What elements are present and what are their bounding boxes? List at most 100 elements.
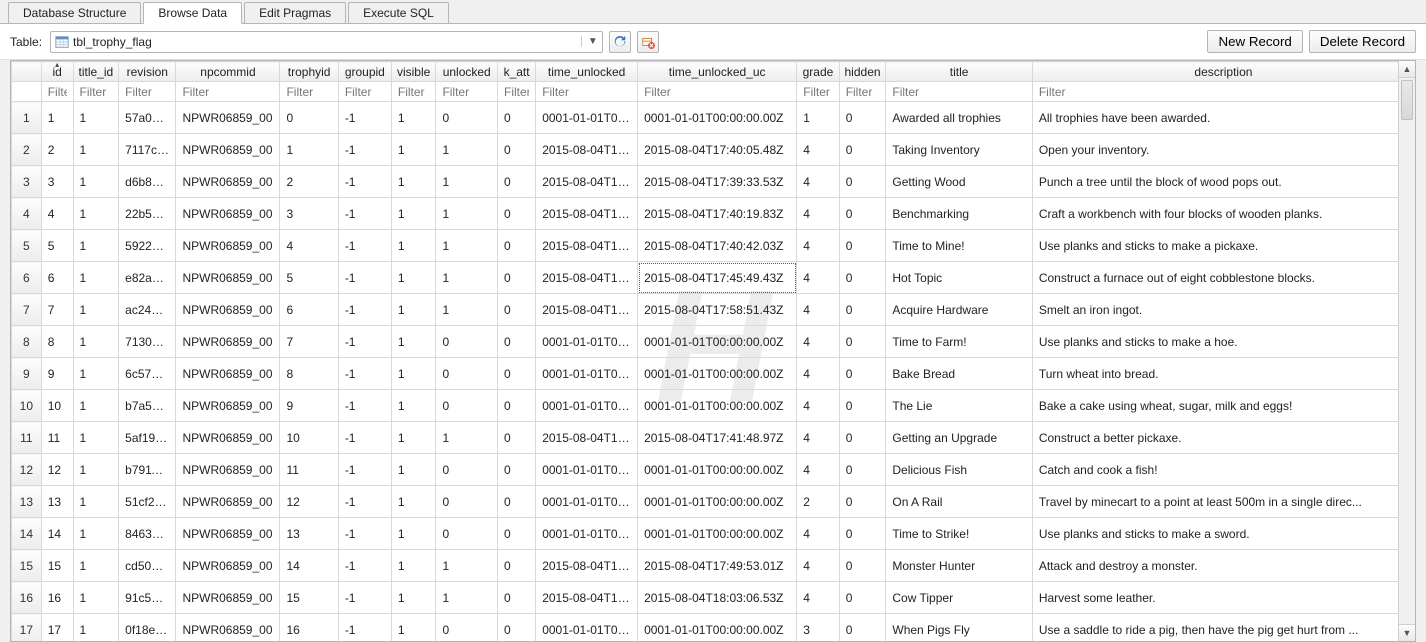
cell-k_att[interactable]: 0: [497, 262, 535, 294]
row-number[interactable]: 4: [12, 198, 42, 230]
cell-hidden[interactable]: 0: [839, 262, 886, 294]
cell-hidden[interactable]: 0: [839, 358, 886, 390]
cell-time_unlocked_uc[interactable]: 0001-01-01T00:00:00.00Z: [638, 390, 797, 422]
row-number[interactable]: 13: [12, 486, 42, 518]
cell-description[interactable]: Construct a furnace out of eight cobbles…: [1032, 262, 1414, 294]
cell-npcommid[interactable]: NPWR06859_00: [176, 390, 280, 422]
row-number[interactable]: 1: [12, 102, 42, 134]
cell-k_att[interactable]: 0: [497, 614, 535, 642]
cell-trophyid[interactable]: 6: [280, 294, 338, 326]
cell-trophyid[interactable]: 4: [280, 230, 338, 262]
tab-database-structure[interactable]: Database Structure: [8, 2, 141, 23]
cell-trophyid[interactable]: 11: [280, 454, 338, 486]
cell-description[interactable]: All trophies have been awarded.: [1032, 102, 1414, 134]
cell-groupid[interactable]: -1: [338, 326, 391, 358]
column-header-title_id[interactable]: title_id: [73, 62, 119, 82]
column-header-npcommid[interactable]: npcommid: [176, 62, 280, 82]
cell-hidden[interactable]: 0: [839, 614, 886, 642]
cell-trophyid[interactable]: 3: [280, 198, 338, 230]
cell-description[interactable]: Construct a better pickaxe.: [1032, 422, 1414, 454]
cell-time_unlocked_uc[interactable]: 0001-01-01T00:00:00.00Z: [638, 358, 797, 390]
cell-time_unlocked_uc[interactable]: 2015-08-04T17:39:33.53Z: [638, 166, 797, 198]
cell-title_id[interactable]: 1: [73, 390, 119, 422]
cell-title_id[interactable]: 1: [73, 582, 119, 614]
column-header-visible[interactable]: visible: [391, 62, 436, 82]
cell-k_att[interactable]: 0: [497, 454, 535, 486]
cell-title[interactable]: Time to Farm!: [886, 326, 1032, 358]
cell-time_unlocked_uc[interactable]: 2015-08-04T17:45:49.43Z: [638, 262, 797, 294]
cell-time_unlocked_uc[interactable]: 2015-08-04T17:40:19.83Z: [638, 198, 797, 230]
cell-title_id[interactable]: 1: [73, 454, 119, 486]
cell-visible[interactable]: 1: [391, 550, 436, 582]
cell-visible[interactable]: 1: [391, 134, 436, 166]
cell-grade[interactable]: 4: [797, 358, 839, 390]
cell-id[interactable]: 17: [41, 614, 73, 642]
cell-unlocked[interactable]: 1: [436, 582, 498, 614]
cell-title[interactable]: Taking Inventory: [886, 134, 1032, 166]
cell-revision[interactable]: 6c5718...: [119, 358, 176, 390]
cell-id[interactable]: 14: [41, 518, 73, 550]
table-row[interactable]: 771ac246a...NPWR06859_006-11102015-08-04…: [12, 294, 1415, 326]
cell-revision[interactable]: 91c524...: [119, 582, 176, 614]
cell-title_id[interactable]: 1: [73, 294, 119, 326]
cell-revision[interactable]: b7a5c0...: [119, 390, 176, 422]
row-number[interactable]: 10: [12, 390, 42, 422]
cell-title[interactable]: Awarded all trophies: [886, 102, 1032, 134]
cell-title[interactable]: Cow Tipper: [886, 582, 1032, 614]
cell-visible[interactable]: 1: [391, 230, 436, 262]
cell-k_att[interactable]: 0: [497, 198, 535, 230]
cell-revision[interactable]: 5af199...: [119, 422, 176, 454]
cell-title_id[interactable]: 1: [73, 486, 119, 518]
cell-hidden[interactable]: 0: [839, 550, 886, 582]
cell-k_att[interactable]: 0: [497, 230, 535, 262]
filter-input-npcommid[interactable]: [176, 83, 279, 101]
cell-hidden[interactable]: 0: [839, 486, 886, 518]
cell-title[interactable]: Monster Hunter: [886, 550, 1032, 582]
cell-hidden[interactable]: 0: [839, 134, 886, 166]
cell-grade[interactable]: 4: [797, 198, 839, 230]
table-row[interactable]: 881713023...NPWR06859_007-11000001-01-01…: [12, 326, 1415, 358]
row-number[interactable]: 6: [12, 262, 42, 294]
cell-time_unlocked_uc[interactable]: 2015-08-04T18:03:06.53Z: [638, 582, 797, 614]
row-number[interactable]: 8: [12, 326, 42, 358]
cell-time_unlocked[interactable]: 0001-01-01T00:...: [536, 326, 638, 358]
cell-hidden[interactable]: 0: [839, 422, 886, 454]
table-row[interactable]: 12121b7911e...NPWR06859_0011-11000001-01…: [12, 454, 1415, 486]
cell-trophyid[interactable]: 1: [280, 134, 338, 166]
filter-input-time_unlocked[interactable]: [536, 83, 637, 101]
cell-revision[interactable]: 7117c7...: [119, 134, 176, 166]
row-number[interactable]: 17: [12, 614, 42, 642]
cell-id[interactable]: 13: [41, 486, 73, 518]
row-number[interactable]: 15: [12, 550, 42, 582]
cell-hidden[interactable]: 0: [839, 582, 886, 614]
cell-time_unlocked_uc[interactable]: 2015-08-04T17:41:48.97Z: [638, 422, 797, 454]
cell-npcommid[interactable]: NPWR06859_00: [176, 134, 280, 166]
cell-npcommid[interactable]: NPWR06859_00: [176, 230, 280, 262]
cell-unlocked[interactable]: 0: [436, 454, 498, 486]
cell-id[interactable]: 5: [41, 230, 73, 262]
cell-id[interactable]: 9: [41, 358, 73, 390]
cell-grade[interactable]: 4: [797, 134, 839, 166]
scroll-thumb[interactable]: [1401, 80, 1413, 120]
cell-k_att[interactable]: 0: [497, 134, 535, 166]
cell-grade[interactable]: 4: [797, 518, 839, 550]
cell-trophyid[interactable]: 10: [280, 422, 338, 454]
cell-k_att[interactable]: 0: [497, 166, 535, 198]
column-header-grade[interactable]: grade: [797, 62, 839, 82]
filter-input-trophyid[interactable]: [280, 83, 337, 101]
filter-input-visible[interactable]: [392, 83, 436, 101]
cell-description[interactable]: Use planks and sticks to make a hoe.: [1032, 326, 1414, 358]
filter-input-grade[interactable]: [797, 83, 838, 101]
column-header-description[interactable]: description: [1032, 62, 1414, 82]
cell-unlocked[interactable]: 0: [436, 102, 498, 134]
cell-trophyid[interactable]: 16: [280, 614, 338, 642]
row-number[interactable]: 5: [12, 230, 42, 262]
cell-groupid[interactable]: -1: [338, 582, 391, 614]
cell-description[interactable]: Craft a workbench with four blocks of wo…: [1032, 198, 1414, 230]
cell-time_unlocked[interactable]: 2015-08-04T17:...: [536, 422, 638, 454]
cell-npcommid[interactable]: NPWR06859_00: [176, 166, 280, 198]
cell-time_unlocked_uc[interactable]: 0001-01-01T00:00:00.00Z: [638, 102, 797, 134]
table-row[interactable]: 10101b7a5c0...NPWR06859_009-11000001-01-…: [12, 390, 1415, 422]
cell-time_unlocked[interactable]: 0001-01-01T00:...: [536, 102, 638, 134]
cell-revision[interactable]: 22b5db...: [119, 198, 176, 230]
